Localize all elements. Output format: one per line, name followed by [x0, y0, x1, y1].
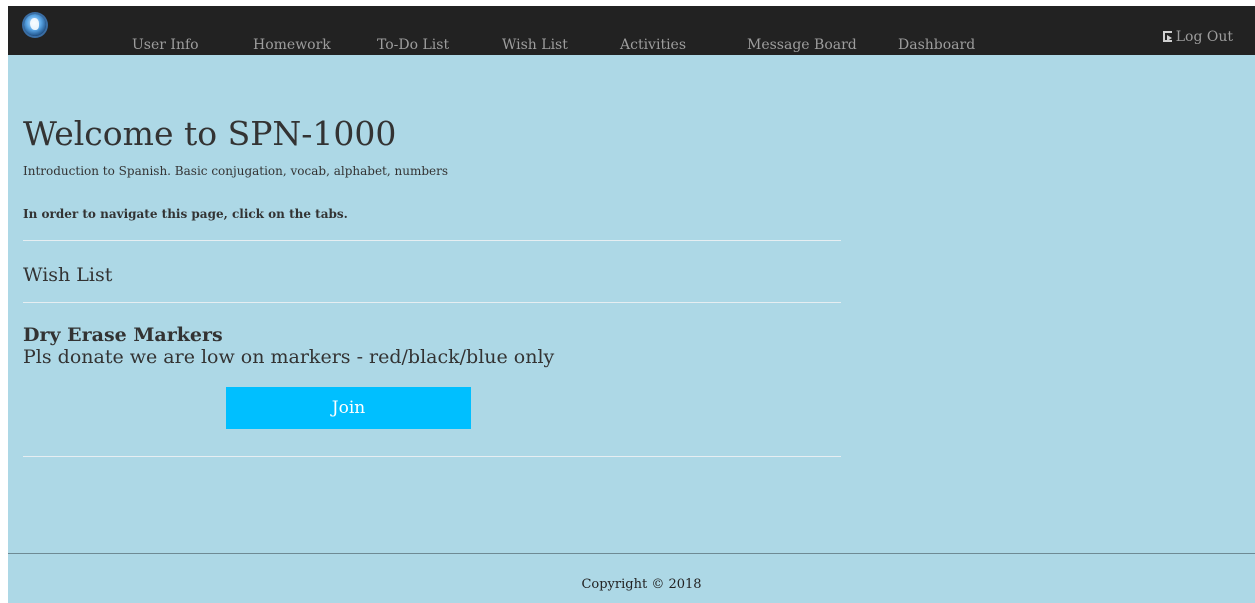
copyright-text: Copyright © 2018 [581, 577, 702, 592]
log-out-icon [1162, 31, 1172, 42]
divider [23, 302, 841, 303]
nav-tab-dashboard[interactable]: Dashboard [898, 37, 975, 54]
join-button[interactable]: Join [226, 387, 471, 429]
nav-tab-user-info[interactable]: User Info [132, 37, 199, 54]
log-out-link[interactable]: Log Out [1162, 29, 1233, 46]
footer-divider [8, 553, 1255, 554]
wish-item-description: Pls donate we are low on markers - red/b… [23, 346, 555, 368]
page-title: Welcome to SPN-1000 [23, 114, 397, 153]
nav-tab-message-board[interactable]: Message Board [747, 37, 857, 54]
dragon-logo-icon[interactable] [24, 14, 46, 36]
nav-tab-wish-list[interactable]: Wish List [502, 37, 568, 54]
nav-tab-to-do-list[interactable]: To-Do List [377, 37, 449, 54]
navigation-hint-text: In order to navigate this page, click on… [23, 207, 348, 221]
wish-item-name: Dry Erase Markers [23, 324, 223, 346]
page-frame: User Info Homework To-Do List Wish List … [8, 6, 1255, 603]
course-intro-text: Introduction to Spanish. Basic conjugati… [23, 164, 449, 178]
divider [23, 240, 841, 241]
section-title: Wish List [23, 264, 113, 286]
divider [23, 456, 841, 457]
log-out-label: Log Out [1175, 29, 1233, 45]
top-navbar: User Info Homework To-Do List Wish List … [8, 6, 1255, 55]
nav-tab-activities[interactable]: Activities [620, 37, 686, 54]
nav-tab-homework[interactable]: Homework [253, 37, 331, 54]
